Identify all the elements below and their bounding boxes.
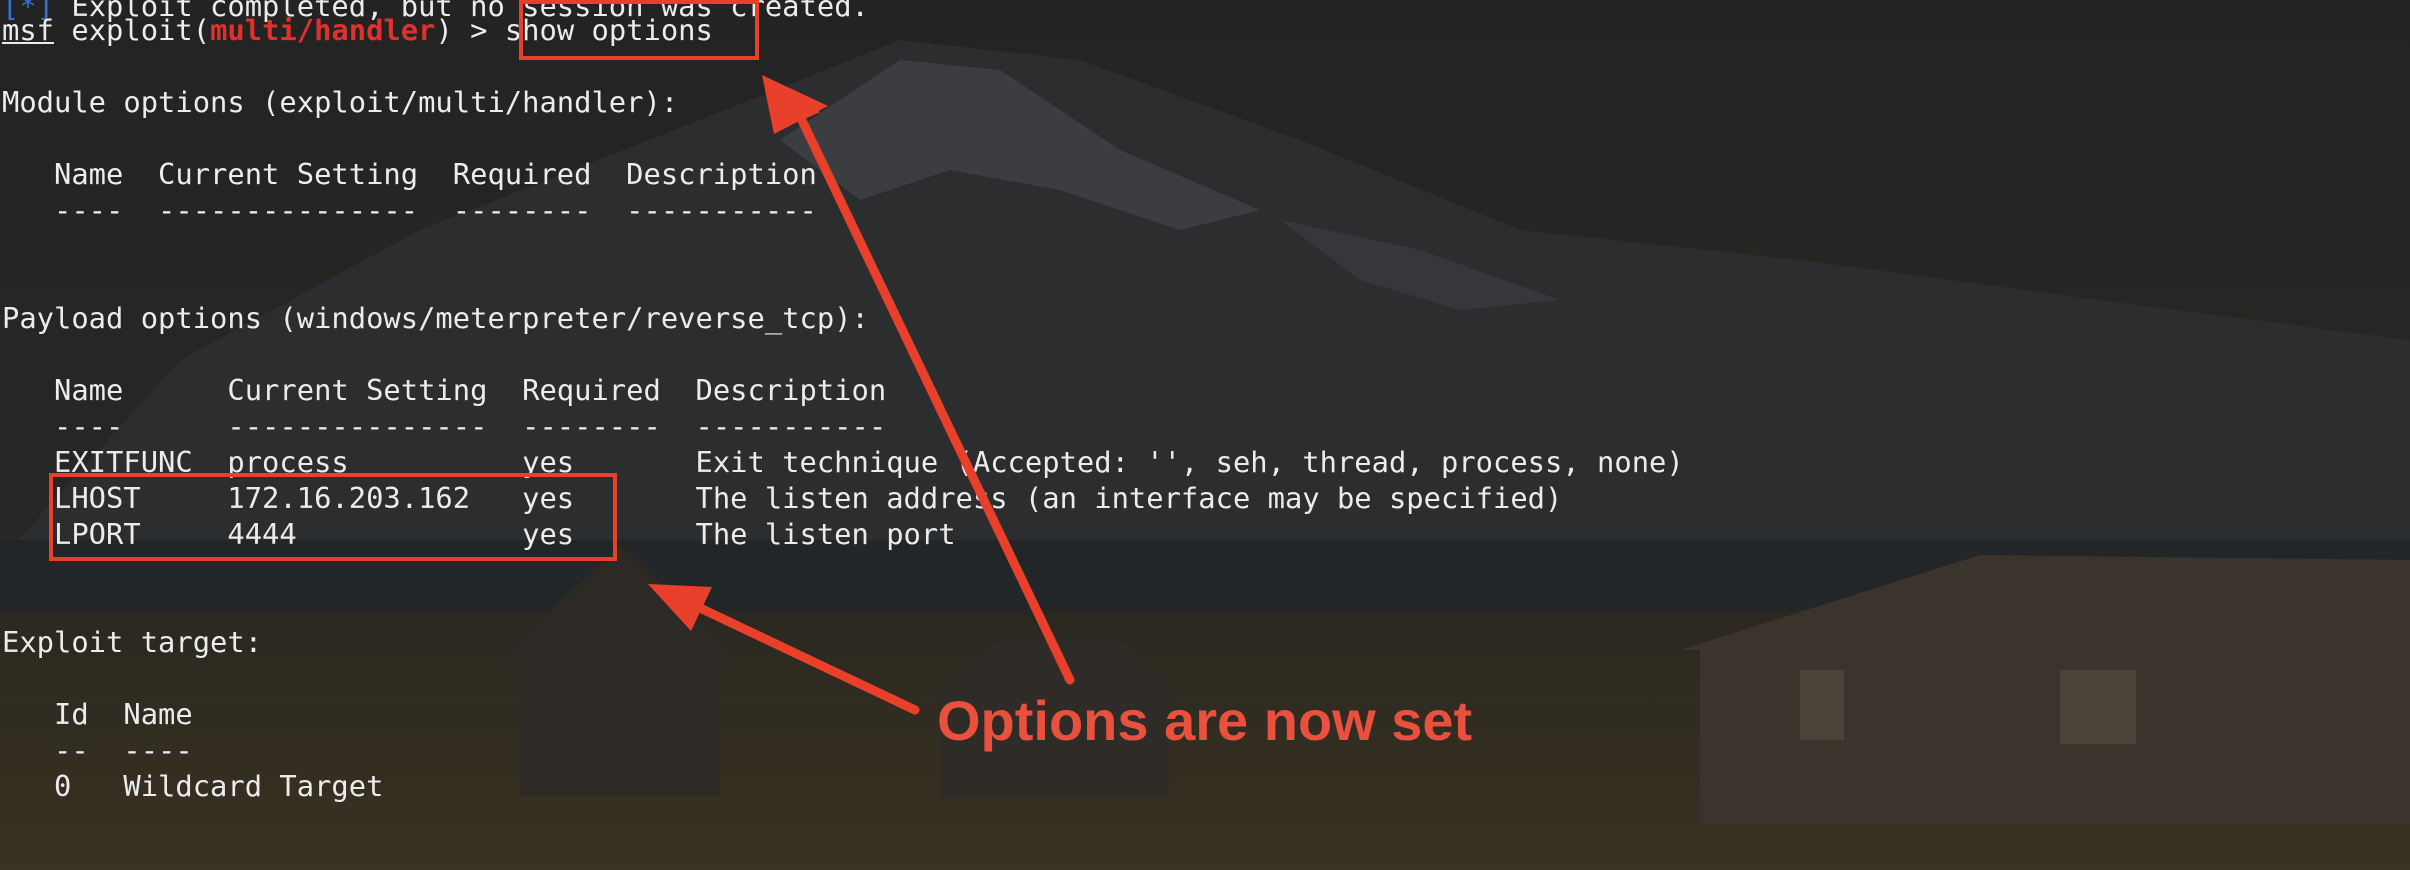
arrow-to-lhost-box-icon <box>648 584 920 715</box>
arrow-to-show-options-icon <box>762 75 1075 685</box>
options-set-callout: Options are now set <box>937 689 1473 752</box>
